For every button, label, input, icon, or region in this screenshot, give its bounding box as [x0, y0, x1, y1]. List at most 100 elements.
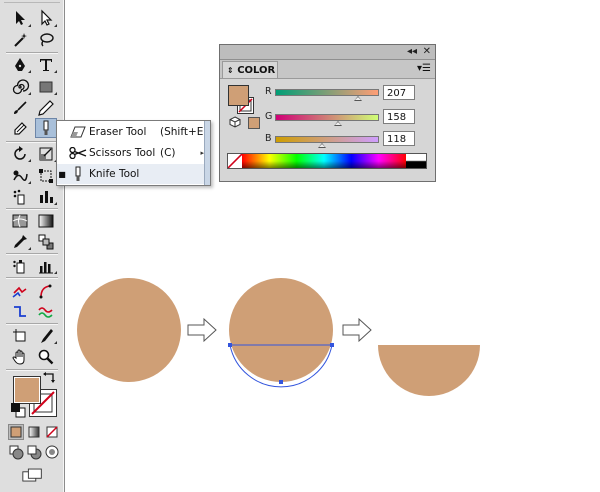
screen-mode-icon: [22, 468, 42, 482]
pencil-tool[interactable]: [35, 98, 57, 118]
value-g-input[interactable]: 158: [383, 109, 415, 124]
scissors-swirl-icon: [39, 284, 52, 299]
tool-group-indicator: [28, 92, 31, 95]
width-tool[interactable]: [9, 302, 31, 322]
draw-inside-button[interactable]: [44, 444, 60, 460]
gradient-icon: [38, 214, 54, 228]
color-swatch-icon: [10, 426, 22, 438]
mesh-tool[interactable]: [9, 211, 31, 231]
tool-group-indicator: [28, 181, 31, 184]
value-r-input[interactable]: 207: [383, 85, 415, 100]
swap-fill-stroke[interactable]: [42, 372, 56, 386]
anchor-point: [279, 380, 283, 384]
slider-g[interactable]: [275, 114, 379, 121]
fill-swatch[interactable]: [13, 376, 41, 404]
close-icon[interactable]: ✕: [423, 46, 431, 58]
arrow-icon: [342, 317, 372, 343]
slice-tool[interactable]: [9, 281, 31, 301]
tab-arrows-icon: ⇕: [227, 66, 234, 75]
scissors-swirl-tool[interactable]: [35, 281, 57, 301]
gradient-swatch-icon: [28, 426, 40, 438]
gradient-mode-button[interactable]: [26, 424, 42, 440]
rotate-icon: [14, 146, 26, 160]
spectrum-none[interactable]: [227, 153, 243, 169]
slider-r-thumb[interactable]: [353, 96, 362, 101]
flyout-tearoff-bar[interactable]: [204, 121, 210, 185]
blend-tool[interactable]: [35, 232, 57, 252]
circle-being-cut-shape[interactable]: [229, 278, 333, 382]
draw-behind-button[interactable]: [26, 444, 42, 460]
rectangle-icon: [39, 81, 53, 93]
blob-brush-tool[interactable]: [9, 119, 31, 139]
pen-icon: [15, 58, 25, 71]
panel-grip[interactable]: [4, 2, 60, 5]
full-circle-shape[interactable]: [77, 278, 181, 382]
flyout-item-label: Eraser Tool: [89, 126, 147, 138]
panel-titlebar[interactable]: ◂◂ ✕: [220, 45, 435, 60]
channel-label-r: R: [265, 86, 272, 97]
draw-normal-button[interactable]: [8, 444, 24, 460]
magic-wand-tool[interactable]: [9, 30, 31, 50]
lasso-tool[interactable]: [35, 30, 57, 50]
knife-tool-flyout: Eraser Tool (Shift+E) Scissors Tool (C) …: [56, 120, 211, 186]
flyout-item-eraser[interactable]: Eraser Tool (Shift+E): [57, 122, 208, 142]
knife-tool-slot[interactable]: [35, 118, 57, 138]
slider-g-thumb[interactable]: [334, 121, 343, 126]
channel-label-b: B: [265, 133, 272, 144]
anchor-point: [228, 343, 232, 347]
flyout-item-shortcut: (Shift+E): [160, 126, 208, 138]
anchor-point: [330, 343, 334, 347]
gradient-tool[interactable]: [35, 211, 57, 231]
artboard-tool[interactable]: [9, 326, 31, 346]
slider-b[interactable]: [275, 136, 379, 143]
zoom-tool[interactable]: [35, 347, 57, 367]
symbol-sprayer-tool[interactable]: [9, 187, 31, 207]
out-of-gamut-icon[interactable]: [229, 116, 241, 131]
color-mode-button[interactable]: [8, 424, 24, 440]
spectrum-bar[interactable]: [242, 154, 406, 168]
width-icon: [14, 306, 26, 317]
tool-group-indicator: [28, 159, 31, 162]
tab-color[interactable]: ⇕ COLOR: [222, 61, 278, 78]
tab-label: COLOR: [237, 65, 276, 76]
screen-mode-button[interactable]: [20, 466, 46, 484]
value-b-input[interactable]: 118: [383, 131, 415, 146]
color-spectrum[interactable]: [227, 153, 427, 169]
slider-r[interactable]: [275, 89, 379, 96]
flyout-item-knife[interactable]: ■ Knife Tool: [57, 164, 204, 184]
spectrum-black-white[interactable]: [406, 154, 426, 168]
bar-graph-icon: [39, 262, 53, 274]
slider-b-thumb[interactable]: [317, 143, 326, 148]
collapse-icon[interactable]: ◂◂: [407, 46, 417, 58]
flyout-item-shortcut: (C): [160, 147, 176, 159]
panel-menu-icon[interactable]: ▾☰: [417, 63, 431, 74]
scissors-icon: [69, 147, 87, 159]
flyout-item-scissors[interactable]: Scissors Tool (C): [57, 143, 204, 163]
paintbrush-icon: [14, 101, 27, 114]
spiral-icon: [12, 79, 30, 95]
symbol-sprayer-alt-tool[interactable]: [9, 256, 31, 276]
tool-group-indicator: [28, 70, 31, 73]
free-transform-tool[interactable]: [35, 166, 57, 186]
tool-separator: [6, 52, 58, 54]
draw-normal-icon: [9, 445, 24, 460]
hand-icon: [12, 349, 25, 365]
cut-half-circle-shape[interactable]: [378, 345, 480, 396]
default-fill-stroke[interactable]: [11, 403, 26, 418]
lasso-icon: [40, 33, 54, 47]
pencil-icon: [38, 100, 54, 116]
mesh-icon: [12, 214, 28, 228]
wave-tool[interactable]: [35, 302, 57, 322]
none-mode-button[interactable]: [44, 424, 60, 440]
tool-group-indicator: [54, 341, 57, 344]
magic-wand-icon: [14, 33, 27, 47]
panel-fill-swatch[interactable]: [228, 85, 249, 106]
direct-selection-icon: [41, 9, 53, 26]
closest-color-swatch[interactable]: [248, 117, 260, 129]
hand-tool[interactable]: [9, 347, 31, 367]
tool-group-indicator: [54, 92, 57, 95]
paintbrush-tool[interactable]: [9, 98, 31, 118]
tool-group-indicator: [28, 247, 31, 250]
tool-group-indicator: [54, 70, 57, 73]
flyout-item-label: Scissors Tool: [89, 147, 156, 159]
